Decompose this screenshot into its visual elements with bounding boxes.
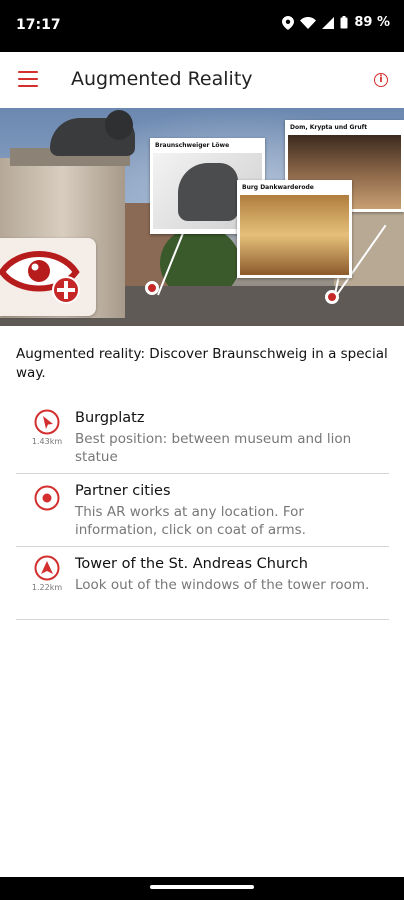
map-pin [325,290,339,304]
list-item-partner-cities[interactable]: Partner cities This AR works at any loca… [16,474,389,547]
battery-percentage: 89 % [354,15,390,30]
distance-label: 1.43km [31,437,63,446]
list-item-title: Partner cities [75,483,171,499]
navigation-bar [0,877,404,900]
intro-text: Augmented reality: Discover Braunschweig… [16,346,388,381]
navigation-arrow-icon [34,409,60,435]
list-item-title: Burgplatz [75,410,145,426]
list-item-title: Tower of the St. Andreas Church [75,556,308,572]
ar-badge [0,238,96,316]
signal-icon [322,16,335,29]
status-time: 17:17 [16,17,61,33]
eye-add-icon [0,251,80,304]
status-icons: 89 % [282,15,390,30]
distance-label: 1.22km [31,583,63,592]
list-item-st-andreas-tower[interactable]: 1.22km Tower of the St. Andreas Church L… [16,547,389,620]
poi-card-label: Dom, Krypta und Gruft [290,124,368,131]
app-screen: Augmented Reality i Braunschweiger Löwe … [0,52,404,877]
poi-card-castle: Burg Dankwarderode [237,180,352,278]
info-icon[interactable]: i [374,73,388,87]
map-pin [145,281,159,295]
navigation-arrow-icon [34,555,60,581]
wifi-icon [300,16,317,29]
location-icon [282,15,295,30]
location-target-icon [34,485,60,511]
poi-card-label: Burg Dankwarderode [242,184,314,191]
ar-list: 1.43km Burgplatz Best position: between … [16,401,389,620]
list-item-subtitle: This AR works at any location. For infor… [75,504,306,538]
poi-card-image [240,195,349,275]
app-bar: Augmented Reality i [0,52,404,108]
home-gesture-handle[interactable] [150,885,254,889]
page-title: Augmented Reality [71,68,253,90]
hero-image: Braunschweiger Löwe Dom, Krypta und Gruf… [0,108,404,326]
list-item-burgplatz[interactable]: 1.43km Burgplatz Best position: between … [16,401,389,474]
list-item-subtitle: Best position: between museum and lion s… [75,431,352,465]
battery-icon [340,16,348,29]
poi-card-label: Braunschweiger Löwe [155,142,230,149]
status-bar: 17:17 89 % [0,0,404,52]
menu-icon[interactable] [18,71,38,87]
list-item-subtitle: Look out of the windows of the tower roo… [75,577,370,593]
